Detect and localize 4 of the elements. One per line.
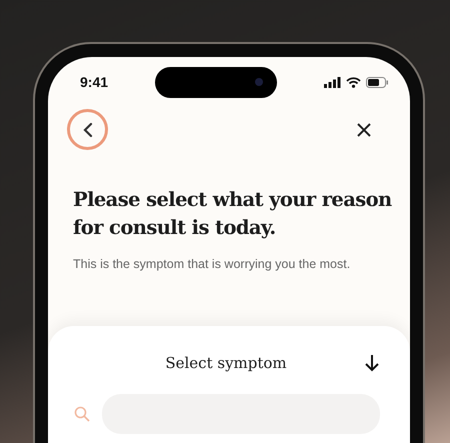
status-time: 9:41	[80, 74, 108, 90]
page-heading: Please select what your reason for consult is today.	[73, 187, 393, 241]
page-subtitle: This is the symptom that is worrying you the most.	[73, 257, 352, 271]
sheet-title: Select symptom	[164, 354, 288, 372]
